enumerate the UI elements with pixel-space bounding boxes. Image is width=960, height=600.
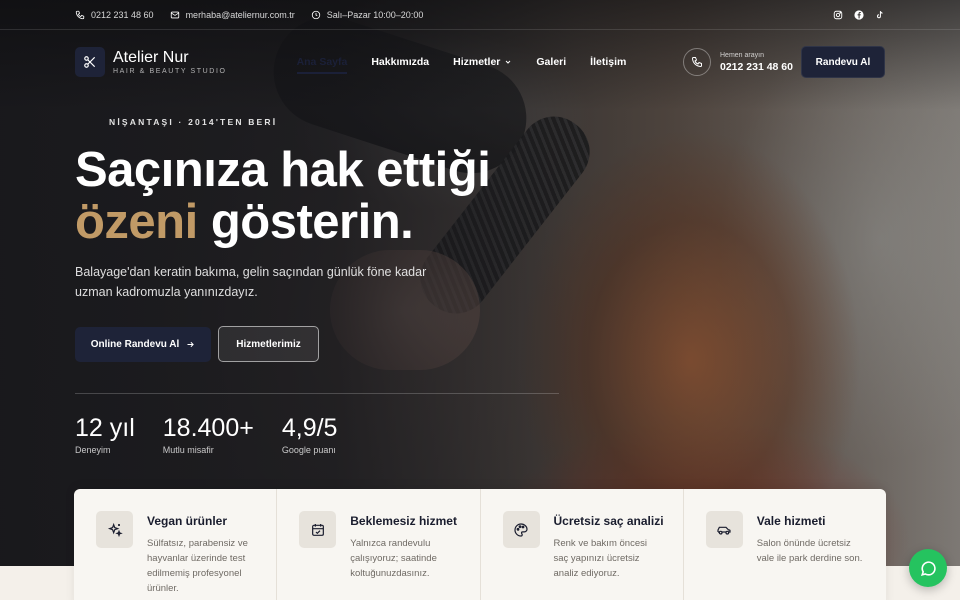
services-button[interactable]: Hizmetlerimiz [218, 326, 319, 362]
tiktok-icon[interactable] [875, 10, 885, 20]
main-nav: Ana Sayfa Hakkımızda Hizmetler Galeri İl… [296, 56, 651, 74]
feature-desc: Yalnızca randevulu çalışıyoruz; saatinde… [350, 538, 437, 579]
nav-item-home[interactable]: Ana Sayfa [296, 56, 347, 74]
feature-card: Beklemesiz hizmet Yalnızca randevulu çal… [277, 489, 481, 600]
feature-body: Ücretsiz saç analizi Renk ve bakım önces… [554, 511, 664, 600]
nav-item-services-label: Hizmetler [453, 56, 501, 68]
facebook-icon[interactable] [854, 9, 864, 20]
feature-desc: Renk ve bakım öncesi saç yapınızı ücrets… [553, 538, 647, 579]
feature-body: Vegan ürünler Sülfatsız, parabensiz ve h… [147, 511, 257, 600]
feature-title: Vegan ürünler [147, 514, 228, 528]
social-links [833, 9, 885, 20]
features-strip: Vegan ürünler Sülfatsız, parabensiz ve h… [74, 489, 886, 600]
feature-body: Beklemesiz hizmet Yalnızca randevulu çal… [350, 511, 460, 600]
appointment-button[interactable]: Randevu Al [801, 46, 885, 78]
stat-label: Google puanı [281, 445, 336, 455]
online-appointment-label: Online Randevu Al [90, 339, 180, 350]
nav-item-services[interactable]: Hizmetler [453, 56, 512, 68]
car-icon [705, 511, 743, 548]
topbar-hours-text: Salı–Pazar 10:00–20:00 [326, 9, 424, 20]
headline-line1: Saçınıza hak ettiği [75, 143, 491, 197]
feature-desc: Sülfatsız, parabensiz ve hayvanlar üzeri… [147, 538, 248, 594]
feature-desc: Salon önünde ücretsiz vale ile park derd… [756, 538, 863, 564]
brand-name: Atelier Nur [113, 49, 189, 66]
feature-title: Beklemesiz hizmet [350, 514, 457, 528]
nav-item-gallery[interactable]: Galeri [536, 56, 566, 68]
online-appointment-button[interactable]: Online Randevu Al [75, 327, 211, 362]
calendar-check-icon [299, 511, 337, 548]
logo-text[interactable]: Atelier Nur HAIR & BEAUTY STUDIO [113, 49, 227, 75]
top-bar: 0212 231 48 60 merhaba@ateliernur.com.tr… [0, 0, 960, 30]
chevron-down-icon [506, 60, 511, 64]
call-text: Hemen arayın 0212 231 48 60 [720, 52, 793, 73]
nav-item-contact[interactable]: İletişim [590, 56, 626, 68]
hero-divider [75, 393, 559, 394]
mail-icon [170, 11, 179, 18]
logo-mark[interactable] [75, 47, 105, 77]
phone-icon [691, 57, 702, 68]
scissors-icon [84, 56, 96, 68]
stat-value: 12 yıl [75, 414, 135, 442]
stat-rating: 4,9/5 Google puanı [282, 413, 338, 455]
hero-headline: Saçınıza hak ettiği özeni gösterin. [75, 144, 545, 248]
call-label: Hemen arayın [720, 51, 764, 59]
stat-label: Mutlu misafir [162, 445, 214, 455]
feature-title: Vale hizmeti [756, 514, 826, 528]
stats-row: 12 yıl Deneyim 18.400+ Mutlu misafir 4,9… [75, 413, 365, 455]
headline-rest: gösterin. [197, 195, 414, 249]
call-icon-circle [683, 48, 711, 76]
clock-icon [311, 10, 320, 19]
feature-body: Vale hizmeti Salon önünde ücretsiz vale … [757, 511, 867, 600]
phone-icon [75, 10, 85, 19]
feature-card: Vale hizmeti Salon önünde ücretsiz vale … [684, 489, 886, 600]
arrow-right-icon [187, 341, 195, 348]
stat-experience: 12 yıl Deneyim [75, 413, 135, 455]
nav-item-about[interactable]: Hakkımızda [371, 56, 429, 68]
whatsapp-icon [920, 560, 936, 576]
topbar-phone-text: 0212 231 48 60 [91, 9, 154, 20]
stat-label: Deneyim [75, 445, 111, 455]
topbar-hours: Salı–Pazar 10:00–20:00 [311, 9, 424, 20]
stat-value: 4,9/5 [281, 414, 338, 442]
stat-guests: 18.400+ Mutlu misafir [163, 413, 254, 455]
site-header: Atelier Nur HAIR & BEAUTY STUDIO Ana Say… [75, 46, 885, 78]
feature-title: Ücretsiz saç analizi [553, 514, 664, 528]
stat-value: 18.400+ [162, 414, 254, 442]
hero-subtext: Balayage'dan keratin bakıma, gelin saçın… [75, 265, 427, 299]
whatsapp-button[interactable] [909, 549, 947, 587]
call-number: 0212 231 48 60 [720, 60, 793, 73]
feature-card: Ücretsiz saç analizi Renk ve bakım önces… [481, 489, 684, 600]
headline-accent: özeni [75, 195, 198, 249]
topbar-phone[interactable]: 0212 231 48 60 [75, 10, 154, 20]
sparkles-icon [96, 511, 133, 548]
brand-tagline: HAIR & BEAUTY STUDIO [113, 68, 227, 75]
instagram-icon[interactable] [833, 10, 843, 20]
call-block[interactable]: Hemen arayın 0212 231 48 60 [683, 48, 793, 76]
topbar-email[interactable]: merhaba@ateliernur.com.tr [170, 10, 295, 20]
topbar-email-text: merhaba@ateliernur.com.tr [185, 9, 295, 20]
feature-card: Vegan ürünler Sülfatsız, parabensiz ve h… [74, 489, 278, 600]
palette-icon [502, 511, 540, 548]
hero-eyebrow: NİŞANTAŞI · 2014'TEN BERİ [109, 117, 278, 127]
